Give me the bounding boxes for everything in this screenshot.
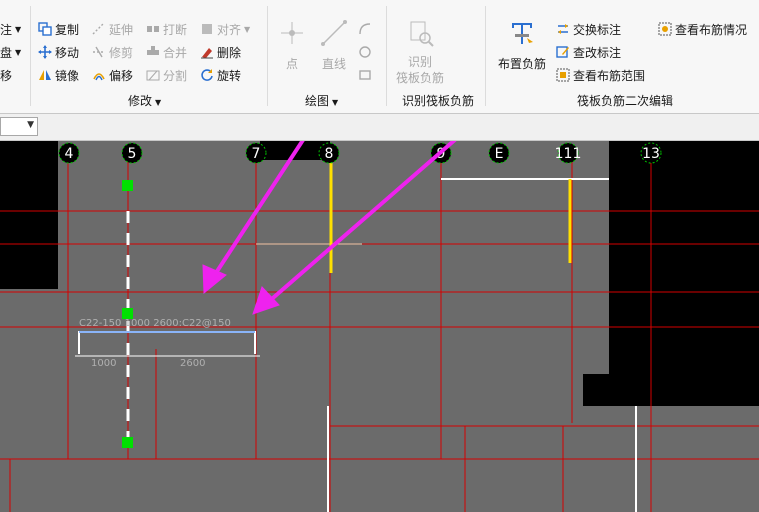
- draw-group-label[interactable]: 绘图 ▼: [305, 92, 338, 109]
- edit-group-label: 筏板负筋二次编辑: [577, 94, 674, 108]
- split-button[interactable]: 分割: [146, 66, 187, 84]
- arrow-2: [264, 141, 457, 306]
- rotate-icon: [201, 69, 213, 81]
- offset-button[interactable]: 偏移: [92, 66, 133, 84]
- rect-tool-button[interactable]: [358, 66, 375, 84]
- grip-node[interactable]: [122, 437, 133, 448]
- axis-bubbles: 45789E11113: [58, 142, 662, 164]
- modify-group-label[interactable]: 修改 ▼: [128, 92, 161, 109]
- place-rebar-icon: [512, 23, 533, 44]
- left-clipped-item-1[interactable]: 注 ▼: [0, 20, 21, 38]
- left-clipped-item-3[interactable]: 移: [0, 66, 12, 84]
- rebar-annotation: C22-150 1000 2600:C22@150: [79, 318, 231, 329]
- circle-icon: [359, 46, 371, 58]
- identify-raft-rebar-button[interactable]: 识别 筏板负筋: [393, 18, 447, 86]
- mirror-icon: [39, 70, 51, 80]
- axis-label: 13: [642, 146, 660, 162]
- delete-button[interactable]: 删除: [200, 43, 241, 61]
- move-icon: [38, 45, 52, 59]
- dim-left: 1000: [91, 358, 116, 369]
- arrow-1-head: [202, 264, 227, 295]
- place-rebar-button[interactable]: 布置负筋: [493, 18, 551, 72]
- group-separator: [485, 6, 486, 106]
- split-icon: [146, 70, 160, 81]
- trim-button[interactable]: 修剪: [92, 43, 133, 61]
- circle-tool-button[interactable]: [358, 43, 375, 61]
- black-region: [0, 141, 58, 289]
- dim-right: 2600: [180, 358, 205, 369]
- point-icon: [281, 22, 303, 44]
- cad-drawing[interactable]: C22-150 1000 2600:C22@150 1000 2600 4 5 7 8…: [0, 141, 759, 512]
- merge-button[interactable]: 合并: [146, 43, 187, 61]
- annotation-arrows: [202, 141, 457, 315]
- view-range-button[interactable]: 查看布筋范围: [556, 66, 645, 84]
- axis-label: 5: [128, 146, 137, 162]
- eraser-icon: [201, 48, 213, 59]
- layout-icon: [658, 22, 672, 36]
- line-tool-button[interactable]: 直线: [316, 18, 352, 72]
- identify-icon: [410, 21, 434, 47]
- offset-icon: [93, 73, 105, 81]
- negative-rebar[interactable]: C22-150 1000 2600:C22@150 1000 2600: [75, 318, 260, 369]
- trim-icon: [93, 46, 105, 58]
- arrow-2-head: [252, 286, 280, 315]
- axis-label: 8: [325, 146, 334, 162]
- grip-node[interactable]: [122, 180, 133, 191]
- extend-button[interactable]: 延伸: [92, 20, 133, 38]
- view-layout-button[interactable]: 查看布筋情况: [658, 20, 747, 38]
- arc-icon: [359, 23, 371, 35]
- layer-dropdown[interactable]: ▼: [0, 117, 38, 136]
- identify-group-label: 识别筏板负筋: [402, 94, 475, 108]
- property-bar: [0, 114, 759, 141]
- merge-icon: [147, 46, 159, 55]
- black-region: [609, 141, 759, 374]
- align-icon: [202, 24, 212, 34]
- axis-label: 7: [252, 146, 261, 162]
- copy-icon: [38, 22, 52, 36]
- group-separator: [30, 6, 31, 106]
- copy-button[interactable]: 复制: [38, 20, 79, 38]
- break-icon: [147, 26, 159, 32]
- swap-label-button[interactable]: 交换标注: [556, 20, 621, 38]
- ribbon-toolbar: 注 ▼ 盘 ▼ 移 复制 延伸 打断 对齐 ▼ 移动 修剪 合并 删除 镜像 偏移 分…: [0, 0, 759, 114]
- mirror-button[interactable]: 镜像: [38, 66, 79, 84]
- black-region: [583, 374, 759, 406]
- range-icon: [556, 68, 570, 82]
- check-label-button[interactable]: 查改标注: [556, 43, 621, 61]
- edit-label-icon: [556, 46, 569, 58]
- axis-label: 4: [65, 146, 74, 162]
- axis-label: E: [495, 146, 504, 162]
- white-lines: [126, 178, 637, 512]
- swap-icon: [558, 24, 568, 34]
- arrow-1: [210, 141, 305, 281]
- rectangle-icon: [359, 70, 371, 80]
- copy-label: 复制: [55, 22, 80, 37]
- line-icon: [321, 20, 347, 46]
- align-button[interactable]: 对齐 ▼: [200, 20, 250, 38]
- axis-label: 111: [555, 146, 582, 162]
- rotate-button[interactable]: 旋转: [200, 66, 241, 84]
- drawing-canvas[interactable]: C22-150 1000 2600:C22@150 1000 2600 4 5 7 8…: [0, 141, 759, 512]
- group-separator: [386, 6, 387, 106]
- point-tool-button[interactable]: 点: [276, 18, 308, 72]
- chevron-down-icon: ▼: [27, 120, 34, 130]
- move-button[interactable]: 移动: [38, 43, 79, 61]
- group-separator: [267, 6, 268, 106]
- arc-tool-button[interactable]: [358, 20, 375, 38]
- extend-icon: [92, 23, 104, 35]
- break-button[interactable]: 打断: [146, 20, 187, 38]
- left-clipped-item-2[interactable]: 盘 ▼: [0, 43, 21, 61]
